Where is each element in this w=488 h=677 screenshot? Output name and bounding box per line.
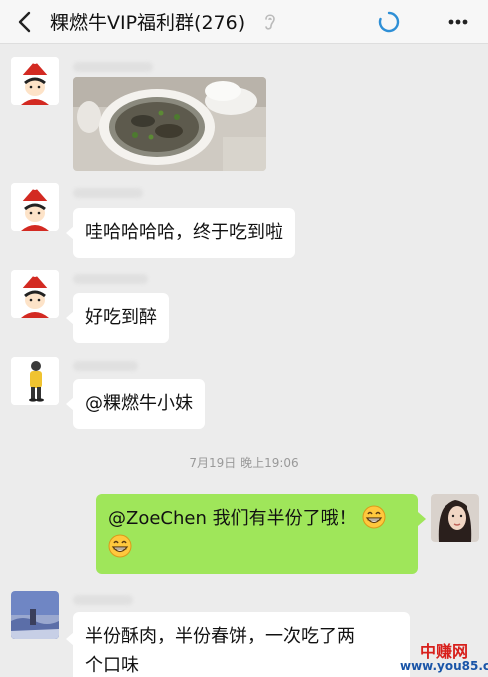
message-text: 好吃到醉 [85,307,157,328]
grinning-face-emoji-icon [362,505,386,529]
message-bubble[interactable]: 哇哈哈哈哈，终于吃到啦 [73,208,295,258]
message-text: @ZoeChen 我们有半份了哦！ [108,508,357,529]
chat-title: 粿燃牛VIP福利群(276) [50,12,246,34]
message-text: @粿燃牛小妹 [85,393,193,414]
sender-nickname [73,361,138,371]
santa-hat-cartoon-avatar-icon [11,183,59,231]
landscape-photo-avatar-icon [11,591,59,639]
avatar[interactable] [431,494,479,542]
message-timestamp: 7月19日 晚上19:06 [189,456,299,470]
noodle-bowl-image [73,77,266,171]
avatar[interactable] [11,183,59,231]
bubble-tail [418,512,426,526]
watermark-url: www.you85.com [400,659,488,673]
chat-header: 粿燃牛VIP福利群(276) [0,0,488,44]
sender-nickname [73,62,153,72]
sender-nickname [73,188,143,198]
loading-spinner-icon [378,11,400,33]
sender-nickname [73,595,133,605]
site-watermark: 中赚网 www.you85.com [400,638,488,677]
avatar[interactable] [11,270,59,318]
santa-hat-cartoon-avatar-icon [11,270,59,318]
message-text-line-1: 半份酥肉，半份春饼，一次吃了两 [85,626,355,647]
back-arrow-icon[interactable] [14,9,38,35]
avatar[interactable] [11,57,59,105]
sender-nickname [73,274,148,284]
avatar[interactable] [11,591,59,639]
santa-hat-cartoon-avatar-icon [11,57,59,105]
avatar[interactable] [11,357,59,405]
my-message-bubble[interactable]: @ZoeChen 我们有半份了哦！ [96,494,418,574]
yellow-figure-avatar-icon [11,357,59,405]
message-bubble[interactable]: 半份酥肉，半份春饼，一次吃了两 个口味 [73,612,410,677]
ear-mute-icon [265,14,275,30]
message-bubble[interactable]: 好吃到醉 [73,293,169,343]
more-options-icon[interactable] [446,11,470,33]
grinning-face-emoji-icon [108,534,132,558]
message-text-line-2: 个口味 [85,655,139,676]
message-bubble[interactable]: @粿燃牛小妹 [73,379,205,429]
woman-photo-avatar-icon [431,494,479,542]
message-text: 哇哈哈哈哈，终于吃到啦 [85,222,283,243]
food-photo[interactable] [73,77,266,171]
